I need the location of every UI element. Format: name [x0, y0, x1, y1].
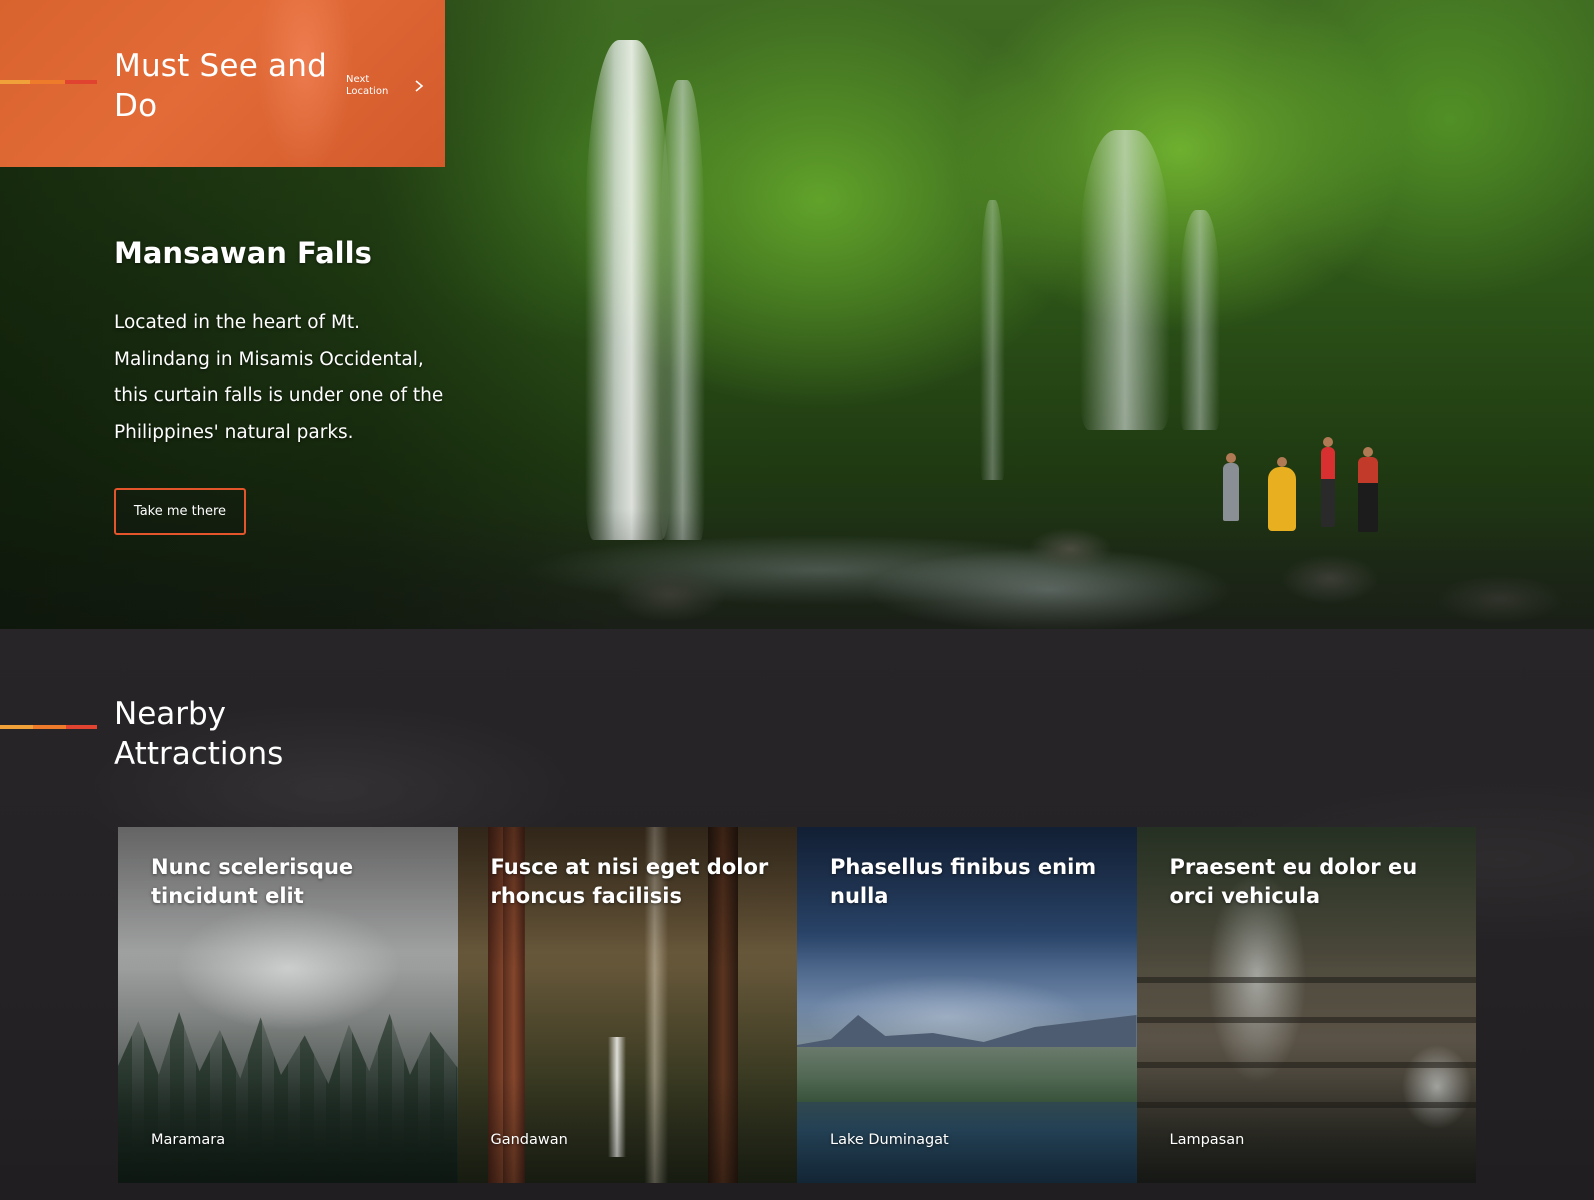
waterfall-stream [980, 200, 1005, 480]
next-location-label: Next Location [346, 74, 389, 97]
waterfall-stream [1080, 130, 1170, 430]
attraction-card-lake-duminagat[interactable]: Phasellus finibus enim nulla Lake Dumina… [797, 827, 1137, 1183]
nearby-title: Nearby Attractions [114, 696, 284, 772]
card-title: Nunc scelerisque tincidunt elit [151, 855, 354, 908]
hikers-group [1218, 437, 1398, 542]
nearby-attractions-section: Nearby Attractions Nunc scelerisque tinc… [0, 629, 1594, 1200]
waterfall-stream [660, 80, 705, 540]
hero-title: Mansawan Falls [114, 236, 372, 270]
hiker [1268, 457, 1296, 531]
take-me-there-button[interactable]: Take me there [114, 488, 246, 535]
attraction-card-maramara[interactable]: Nunc scelerisque tincidunt elit Maramara [118, 827, 458, 1183]
attraction-card-lampasan[interactable]: Praesent eu dolor eu orci vehicula Lampa… [1136, 827, 1476, 1183]
attraction-cards: Nunc scelerisque tincidunt elit Maramara… [118, 827, 1476, 1183]
hero-description: Located in the heart of Mt. Malindang in… [114, 312, 444, 443]
card-title: Praesent eu dolor eu orci vehicula [1169, 855, 1418, 908]
card-title: Phasellus finibus enim nulla [830, 855, 1097, 908]
card-location: Lampasan [1169, 1132, 1245, 1148]
accent-bar [0, 80, 97, 84]
card-title: Fusce at nisi eget dolor rhoncus facilis… [490, 855, 769, 908]
accent-bar [0, 725, 97, 729]
card-location: Maramara [151, 1132, 226, 1148]
card-location: Lake Duminagat [830, 1132, 949, 1148]
hiker [1358, 447, 1378, 532]
hiker [1223, 453, 1239, 521]
section-title: Must See and Do [114, 48, 327, 124]
hiker [1321, 437, 1335, 527]
waterfall-stream [1180, 210, 1220, 430]
section-header-card: Must See and Do Next Location [0, 0, 445, 167]
chevron-right-icon [415, 80, 424, 92]
attraction-card-gandawan[interactable]: Fusce at nisi eget dolor rhoncus facilis… [457, 827, 797, 1183]
next-location-button[interactable]: Next Location [346, 71, 426, 101]
card-location: Gandawan [490, 1132, 568, 1148]
